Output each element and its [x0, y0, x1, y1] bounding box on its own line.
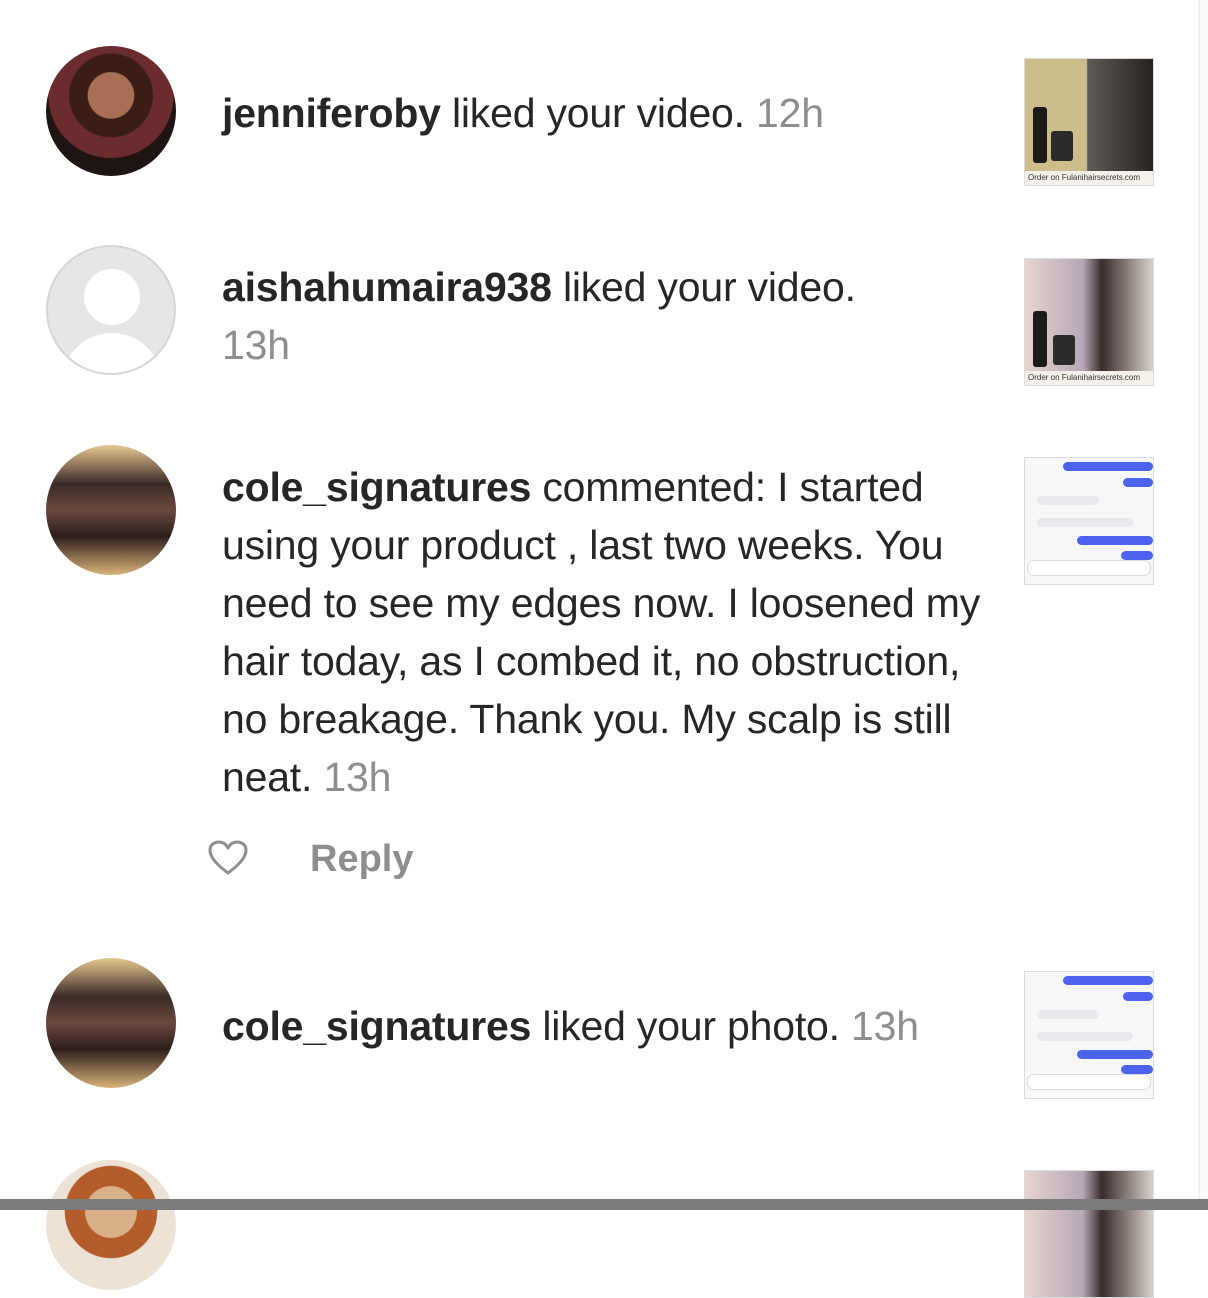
chat-bubble: [1077, 1050, 1153, 1059]
chat-bubble: [1037, 1010, 1099, 1019]
post-thumbnail[interactable]: [1024, 457, 1154, 585]
message-input: [1027, 560, 1151, 576]
timestamp: 13h: [323, 754, 392, 800]
chat-bubble: [1121, 1065, 1153, 1074]
notification-action: liked your video.: [551, 264, 856, 310]
notification-text: aishahumaira938 liked your video. 13h: [222, 258, 992, 374]
avatar[interactable]: [46, 1160, 176, 1290]
notification-action: liked your photo.: [531, 1003, 840, 1049]
bottom-bar: [0, 1199, 1208, 1210]
chat-bubble: [1037, 518, 1133, 527]
notification-text: cole_signatures commented: I started usi…: [222, 458, 992, 806]
post-thumbnail[interactable]: [1024, 1170, 1154, 1298]
username[interactable]: aishahumaira938: [222, 264, 552, 310]
chat-bubble: [1121, 551, 1153, 560]
avatar[interactable]: [46, 445, 176, 575]
chat-bubble: [1123, 992, 1153, 1001]
timestamp: 13h: [851, 1003, 919, 1049]
chat-bubble: [1123, 478, 1153, 487]
product-jar: [1053, 335, 1075, 365]
chat-bubble: [1063, 462, 1153, 471]
post-thumbnail[interactable]: Order on Fulanihairsecrets.com: [1024, 58, 1154, 186]
post-thumbnail[interactable]: Order on Fulanihairsecrets.com: [1024, 258, 1154, 386]
username[interactable]: jenniferoby: [222, 90, 441, 136]
product-bottle: [1033, 107, 1047, 163]
chat-bubble: [1037, 496, 1099, 505]
reply-button[interactable]: Reply: [310, 834, 413, 884]
thumbnail-caption: Order on Fulanihairsecrets.com: [1025, 171, 1153, 185]
timestamp: 12h: [756, 90, 824, 136]
username[interactable]: cole_signatures: [222, 464, 531, 510]
default-avatar[interactable]: [46, 245, 176, 375]
message-input: [1027, 1074, 1151, 1090]
avatar[interactable]: [46, 46, 176, 176]
product-bottle: [1033, 311, 1047, 367]
chat-bubble: [1077, 536, 1153, 545]
thumbnail-caption: Order on Fulanihairsecrets.com: [1025, 371, 1153, 385]
avatar-body: [62, 333, 162, 373]
username[interactable]: cole_signatures: [222, 1003, 531, 1049]
avatar[interactable]: [46, 958, 176, 1088]
comment-text: commented: I started using your product …: [222, 464, 981, 800]
heart-icon[interactable]: [208, 840, 248, 876]
notification-text: cole_signatures liked your photo. 13h: [222, 997, 992, 1055]
chat-bubble: [1037, 1032, 1133, 1041]
notification-action: liked your video.: [440, 90, 745, 136]
scrollbar[interactable]: [1199, 0, 1208, 1200]
avatar-head: [84, 269, 140, 325]
notification-text: jenniferoby liked your video. 12h: [222, 84, 992, 142]
timestamp: 13h: [222, 322, 290, 368]
product-jar: [1051, 131, 1073, 161]
chat-bubble: [1063, 976, 1153, 985]
post-thumbnail[interactable]: [1024, 971, 1154, 1099]
